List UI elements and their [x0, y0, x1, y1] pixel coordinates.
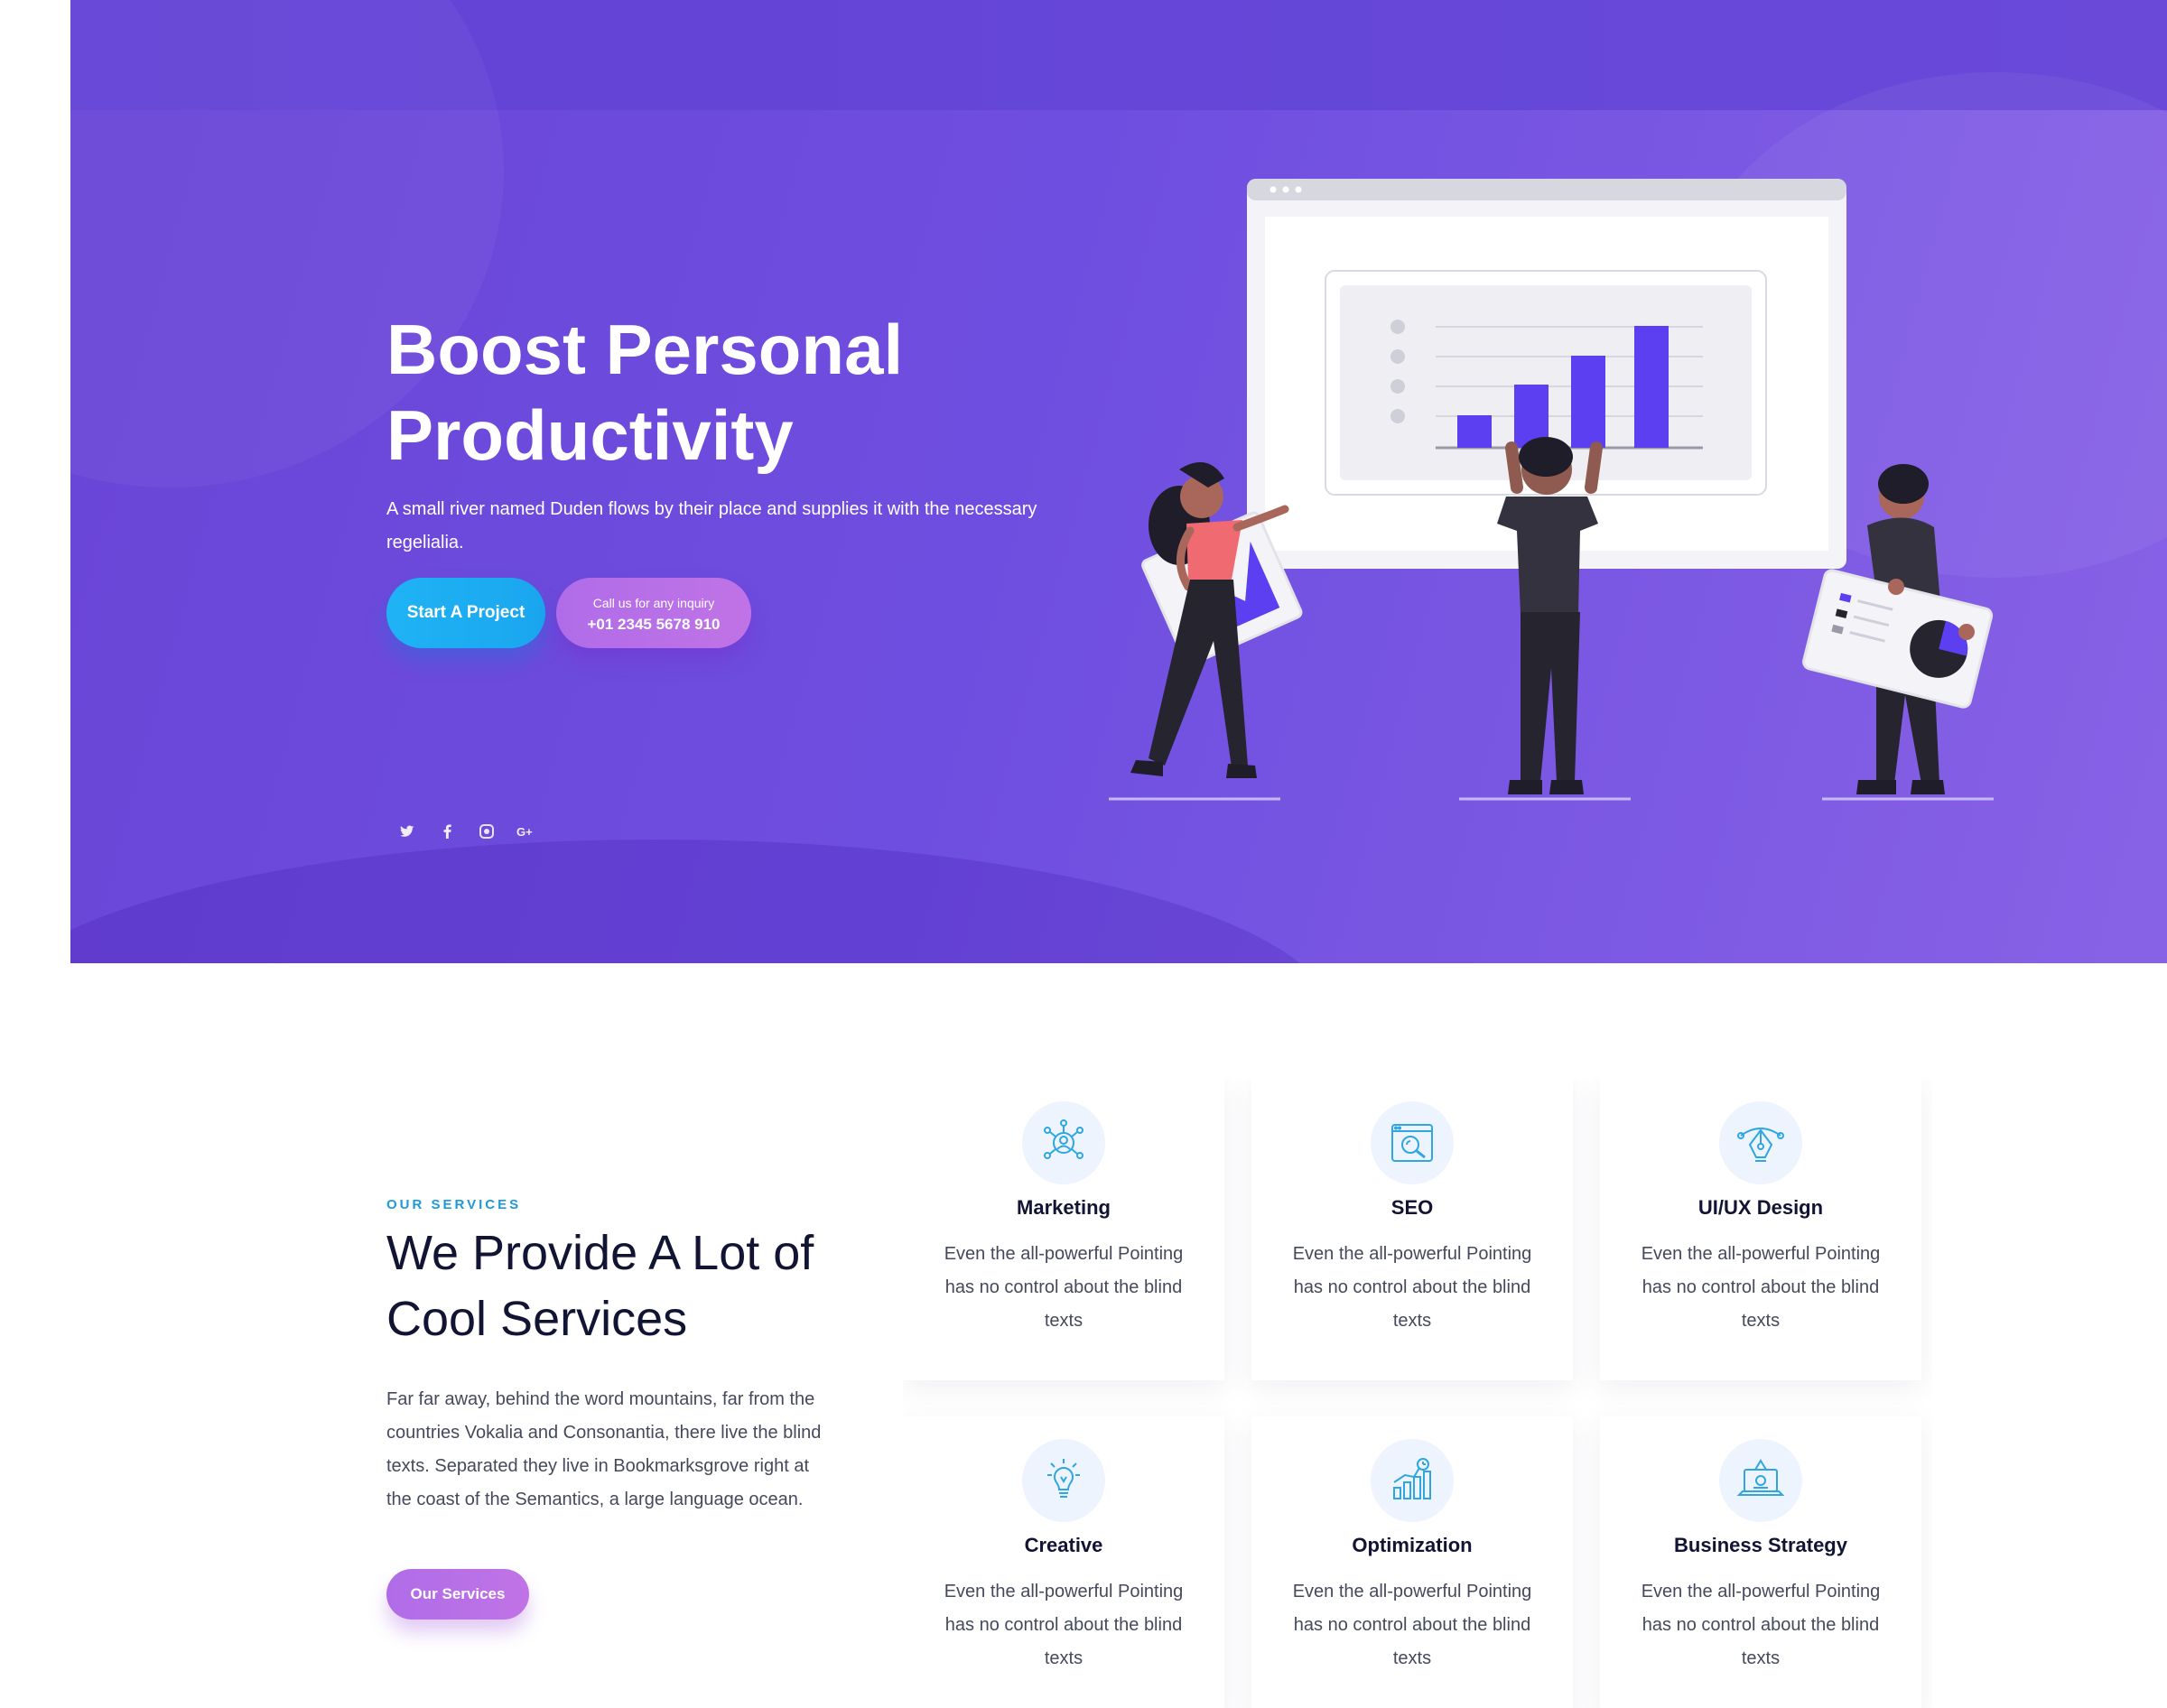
- start-project-button[interactable]: Start A Project: [386, 578, 545, 648]
- seo-icon: [1371, 1101, 1454, 1184]
- lightbulb-icon: [1022, 1439, 1105, 1522]
- service-card-text: Even the all-powerful Pointing has no co…: [1292, 1582, 1532, 1668]
- woman-with-chart-illustration: [1130, 462, 1303, 778]
- service-card-title: Marketing: [1017, 1196, 1111, 1219]
- service-card-text: Even the all-powerful Pointing has no co…: [1641, 1244, 1881, 1331]
- service-card-title: SEO: [1390, 1196, 1434, 1219]
- hero-illustration: [1109, 179, 1994, 801]
- twitter-icon[interactable]: [395, 820, 419, 843]
- services-grid: Marketing Even the all-powerful Pointing…: [903, 1079, 1932, 1708]
- services-title: We Provide A Lot of Cool Services: [386, 1221, 892, 1352]
- service-card-title: UI/UX Design: [1697, 1196, 1824, 1219]
- hero-subtitle: A small river named Duden flows by their…: [386, 499, 1037, 552]
- services-title-line2: Cool Services: [386, 1292, 688, 1346]
- service-card-text: Even the all-powerful Pointing has no co…: [944, 1582, 1184, 1668]
- our-services-button[interactable]: Our Services: [386, 1569, 529, 1620]
- hero-decor-wave: [70, 840, 1335, 963]
- service-card-text: Even the all-powerful Pointing has no co…: [944, 1244, 1184, 1331]
- service-card-marketing[interactable]: Marketing Even the all-powerful Pointing…: [903, 1079, 1224, 1380]
- service-card-title: Optimization: [1352, 1534, 1473, 1556]
- hero-title: Boost Personal Productivity: [386, 307, 1018, 478]
- call-inquiry-button[interactable]: Call us for any inquiry +01 2345 5678 91…: [556, 578, 751, 648]
- svg-text:G+: G+: [516, 825, 533, 838]
- optimization-chart-icon: [1371, 1439, 1454, 1522]
- service-card-seo[interactable]: SEO Even the all-powerful Pointing has n…: [1251, 1079, 1573, 1380]
- hero-title-line1: Boost Personal: [386, 310, 904, 389]
- marketing-icon: [1022, 1101, 1105, 1184]
- service-card-title: Business Strategy: [1674, 1534, 1847, 1556]
- services-description: Far far away, behind the word mountains,…: [386, 1389, 822, 1509]
- social-links: G+: [395, 820, 538, 847]
- call-phone-number: +01 2345 5678 910: [587, 616, 721, 633]
- instagram-icon[interactable]: [475, 820, 498, 843]
- service-card-text: Even the all-powerful Pointing has no co…: [1292, 1244, 1532, 1331]
- service-card-creative[interactable]: Creative Even the all-powerful Pointing …: [903, 1416, 1224, 1708]
- call-inquiry-label: Call us for any inquiry: [592, 596, 715, 610]
- hero-section: Boost Personal Productivity A small rive…: [70, 0, 2167, 963]
- services-kicker: OUR SERVICES: [386, 1197, 522, 1212]
- service-card-business-strategy[interactable]: Business Strategy Even the all-powerful …: [1600, 1416, 1921, 1708]
- services-title-line1: We Provide A Lot of: [386, 1226, 814, 1280]
- service-card-optimization[interactable]: Optimization Even the all-powerful Point…: [1251, 1416, 1573, 1708]
- facebook-icon[interactable]: [435, 820, 459, 843]
- service-card-ui-ux-design[interactable]: UI/UX Design Even the all-powerful Point…: [1600, 1079, 1921, 1380]
- service-card-text: Even the all-powerful Pointing has no co…: [1641, 1582, 1881, 1668]
- design-pen-icon: [1719, 1101, 1802, 1184]
- strategy-laptop-icon: [1719, 1439, 1802, 1522]
- google-plus-icon[interactable]: G+: [515, 820, 538, 843]
- hero-title-line2: Productivity: [386, 395, 794, 475]
- service-card-title: Creative: [1024, 1534, 1103, 1556]
